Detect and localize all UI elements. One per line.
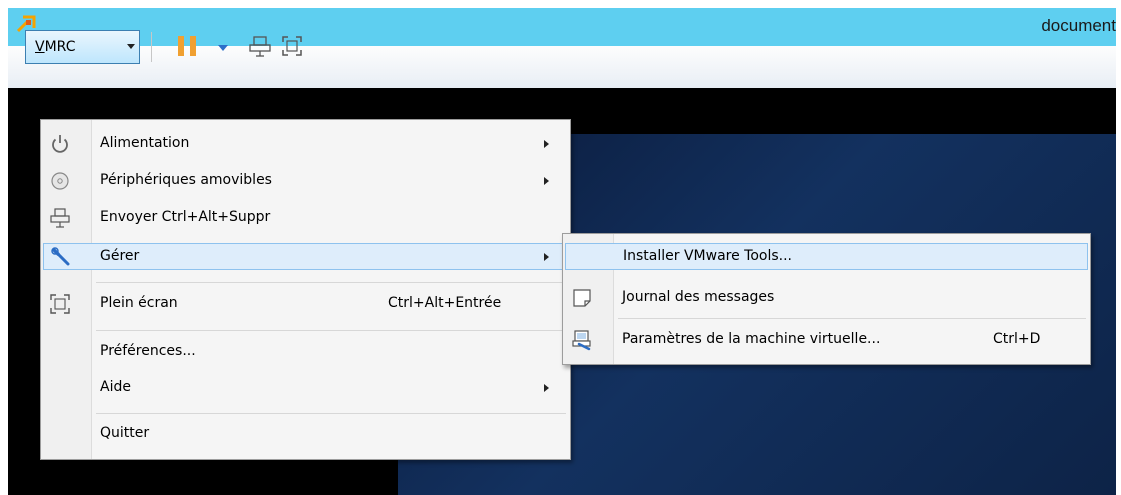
menu-item-aide[interactable]: Aide: [43, 375, 568, 402]
menu-item-gerer[interactable]: Gérer: [43, 243, 568, 270]
wrench-icon: [51, 247, 70, 266]
menu-item-shortcut: Ctrl+Alt+Entrée: [388, 295, 502, 311]
menu-item-parametres-vm[interactable]: Paramètres de la machine virtuelle... Ct…: [565, 327, 1088, 354]
send-ctrl-alt-del-icon[interactable]: [248, 34, 272, 58]
menu-item-label: Installer VMware Tools...: [623, 248, 792, 264]
submenu-arrow-icon: [544, 177, 549, 185]
power-icon: [52, 135, 68, 153]
pause-icon: [178, 36, 184, 56]
menu-separator: [96, 282, 566, 283]
menu-item-label: Préférences...: [100, 343, 196, 359]
menu-item-label: Journal des messages: [622, 289, 775, 305]
fullscreen-icon: [50, 294, 70, 314]
fullscreen-icon[interactable]: [280, 34, 304, 58]
vmrc-dropdown-menu: Alimentation Périphériques amovibles Env…: [40, 119, 571, 460]
toolbar: [8, 46, 1116, 88]
keyboard-network-icon: [50, 208, 70, 228]
menu-separator: [96, 330, 566, 331]
vmrc-button-label: VMRC: [35, 39, 76, 55]
menu-item-quitter[interactable]: Quitter: [43, 421, 568, 448]
window-title: document: [1041, 16, 1116, 35]
menu-item-label: Aide: [100, 379, 131, 395]
submenu-arrow-icon: [544, 253, 549, 261]
disc-icon: [51, 172, 69, 190]
log-note-icon: [573, 289, 591, 307]
submenu-arrow-icon: [544, 140, 549, 148]
toolbar-separator: [151, 32, 152, 62]
title-bar: document: [8, 8, 1116, 46]
menu-item-journal-messages[interactable]: Journal des messages: [565, 285, 1088, 312]
vm-settings-icon: [572, 330, 591, 351]
menu-item-installer-vmware-tools[interactable]: Installer VMware Tools...: [565, 243, 1088, 270]
gerer-submenu: Installer VMware Tools... Journal des me…: [562, 233, 1091, 365]
menu-item-shortcut: Ctrl+D: [993, 331, 1041, 347]
menu-item-label: Envoyer Ctrl+Alt+Suppr: [100, 209, 271, 225]
menu-item-send-ctrl-alt-del[interactable]: Envoyer Ctrl+Alt+Suppr: [43, 205, 568, 232]
menu-item-preferences[interactable]: Préférences...: [43, 339, 568, 366]
menu-item-label: Périphériques amovibles: [100, 172, 272, 188]
chevron-down-icon: [127, 44, 135, 49]
menu-item-label: Plein écran: [100, 295, 178, 311]
menu-item-alimentation[interactable]: Alimentation: [43, 131, 568, 158]
pause-icon-bar: [190, 36, 196, 56]
menu-item-label: Gérer: [100, 248, 140, 264]
menu-item-label: Paramètres de la machine virtuelle...: [622, 331, 881, 347]
menu-item-label: Alimentation: [100, 135, 190, 151]
menu-separator: [96, 413, 566, 414]
menu-item-label: Quitter: [100, 425, 150, 441]
submenu-arrow-icon: [544, 384, 549, 392]
menu-item-plein-ecran[interactable]: Plein écran Ctrl+Alt+Entrée: [43, 291, 568, 318]
dropdown-caret-icon[interactable]: [218, 45, 228, 51]
menu-item-peripheriques[interactable]: Périphériques amovibles: [43, 168, 568, 195]
menu-separator: [618, 318, 1086, 319]
vmrc-menu-button[interactable]: VMRC: [25, 30, 140, 64]
